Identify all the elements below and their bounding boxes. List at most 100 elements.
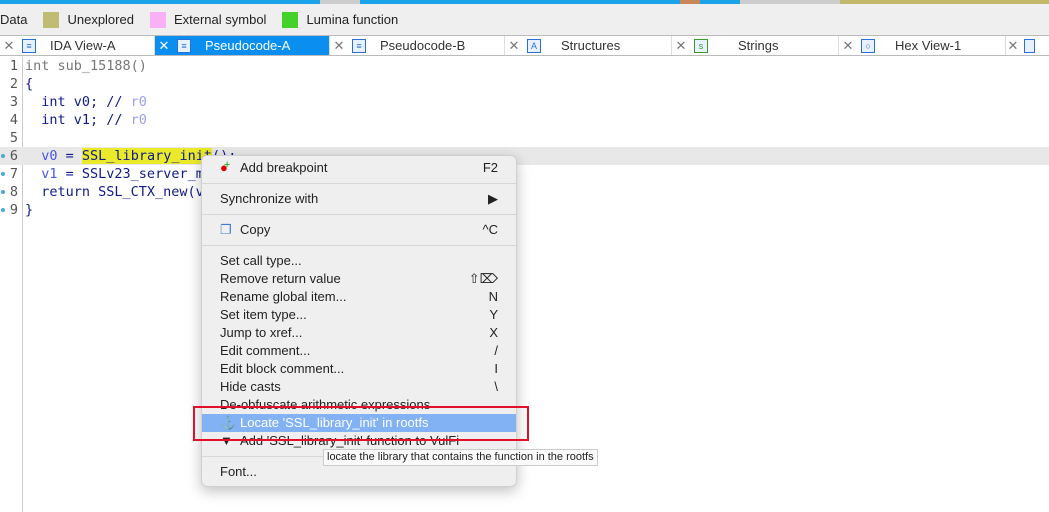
line-number: 4 bbox=[9, 112, 18, 128]
tab-overflow[interactable]: ✕ bbox=[1006, 36, 1049, 55]
menu-label: Remove return value bbox=[220, 271, 341, 286]
tab-label: IDA View-A bbox=[50, 38, 116, 53]
separator bbox=[202, 245, 516, 246]
line-number: 5 bbox=[9, 130, 18, 146]
close-icon[interactable]: ✕ bbox=[155, 38, 173, 54]
menu-label: Set call type... bbox=[220, 253, 302, 268]
code-text: return SSL_CTX_new(v1); bbox=[25, 184, 229, 200]
close-icon[interactable]: ✕ bbox=[672, 38, 690, 54]
tab-strings[interactable]: ✕ s Strings bbox=[672, 36, 839, 55]
separator bbox=[202, 214, 516, 215]
tooltip: locate the library that contains the fun… bbox=[323, 449, 598, 466]
strings-icon: s bbox=[694, 38, 708, 53]
close-icon[interactable]: ✕ bbox=[505, 38, 523, 54]
code-line[interactable]: 5 bbox=[0, 129, 1049, 147]
menu-item-add-breakpoint[interactable]: ●+ Add breakpoint F2 bbox=[202, 159, 516, 177]
shortcut: \ bbox=[494, 379, 498, 394]
tab-hex-view-1[interactable]: ✕ ○ Hex View-1 bbox=[839, 36, 1006, 55]
menu-label: Edit comment... bbox=[220, 343, 311, 358]
tab-ida-view-a[interactable]: ✕ ≡ IDA View-A bbox=[0, 36, 155, 55]
legend-external: External symbol bbox=[173, 12, 267, 27]
submenu-arrow-icon: ▶ bbox=[488, 191, 498, 206]
shortcut: X bbox=[489, 325, 498, 340]
legend-data: Data bbox=[0, 12, 28, 27]
menu-item-synchronize-with[interactable]: Synchronize with ▶ bbox=[202, 190, 516, 208]
line-number: 7 bbox=[9, 166, 18, 182]
comment-text: r0 bbox=[130, 112, 147, 128]
tab-label: Structures bbox=[561, 38, 621, 53]
disasm-icon: ≡ bbox=[22, 38, 36, 53]
code-text: = bbox=[57, 148, 82, 164]
tab-bar: ✕ ≡ IDA View-A ✕ ≡ Pseudocode-A ✕ ≡ Pseudocode… bbox=[0, 35, 1049, 56]
function-identifier[interactable]: SSL_library_init bbox=[81, 148, 212, 164]
code-line[interactable]: 9} bbox=[0, 201, 1049, 219]
menu-label: Hide casts bbox=[220, 379, 281, 394]
code-line[interactable]: 4 int v1; // r0 bbox=[0, 111, 1049, 129]
tab-pseudocode-b[interactable]: ✕ ≡ Pseudocode-B bbox=[330, 36, 505, 55]
menu-label: Synchronize with bbox=[220, 191, 319, 206]
menu-label: Jump to xref... bbox=[220, 325, 303, 340]
code-line[interactable]: 7 v1 = SSLv23_server_method(); bbox=[0, 165, 1049, 183]
line-number: 3 bbox=[9, 94, 18, 110]
tab-label: Pseudocode-B bbox=[380, 38, 466, 53]
separator bbox=[202, 183, 516, 184]
close-icon[interactable]: ✕ bbox=[330, 38, 348, 54]
legend-swatch-lumina bbox=[282, 11, 299, 28]
code-text: int sub_15188() bbox=[25, 58, 147, 74]
tab-label: Hex View-1 bbox=[895, 38, 962, 53]
comment-text: r0 bbox=[130, 94, 147, 110]
tab-label: Pseudocode-A bbox=[205, 38, 291, 53]
code-text: int v0; // bbox=[25, 94, 131, 110]
line-number: 9 bbox=[9, 202, 18, 218]
variable: v0 bbox=[41, 148, 58, 164]
tab-pseudocode-a[interactable]: ✕ ≡ Pseudocode-A bbox=[155, 36, 330, 55]
menu-label: Add breakpoint bbox=[240, 160, 328, 175]
menu-item-set-call-type[interactable]: Set call type... bbox=[202, 252, 516, 270]
code-line[interactable]: 3 int v0; // r0 bbox=[0, 93, 1049, 111]
line-number: 2 bbox=[9, 76, 18, 92]
pseudocode-icon: ≡ bbox=[177, 38, 191, 53]
menu-label: Copy bbox=[240, 222, 271, 237]
line-number: 8 bbox=[9, 184, 18, 200]
menu-item-edit-comment[interactable]: Edit comment... / bbox=[202, 342, 516, 360]
pseudocode-view[interactable]: 1 int sub_15188() 2{ 3 int v0; // r0 4 in… bbox=[0, 57, 1049, 512]
highlight-annotation-box bbox=[193, 406, 529, 441]
tab-label: Strings bbox=[738, 38, 779, 53]
legend-bar: Data Unexplored External symbol Lumina f… bbox=[0, 4, 1049, 35]
hex-icon: ○ bbox=[861, 38, 875, 53]
code-text: { bbox=[25, 76, 34, 92]
menu-item-rename-global[interactable]: Rename global item... N bbox=[202, 288, 516, 306]
shortcut: N bbox=[488, 289, 498, 304]
close-icon[interactable]: ✕ bbox=[1006, 38, 1020, 54]
code-text: } bbox=[25, 202, 34, 218]
tab-structures[interactable]: ✕ A Structures bbox=[505, 36, 672, 55]
legend-unexplored: Unexplored bbox=[67, 12, 134, 27]
menu-label: Set item type... bbox=[220, 307, 307, 322]
code-text: int v1; // bbox=[25, 112, 131, 128]
line-number: 1 bbox=[9, 58, 18, 74]
code-line[interactable]: 2{ bbox=[0, 75, 1049, 93]
breakpoint-icon: ●+ bbox=[220, 159, 231, 175]
code-line-current[interactable]: 6 v0 = SSL_library_init(); bbox=[0, 147, 1049, 165]
menu-item-jump-to-xref[interactable]: Jump to xref... X bbox=[202, 324, 516, 342]
copy-icon: ❐ bbox=[220, 222, 232, 237]
menu-item-set-item-type[interactable]: Set item type... Y bbox=[202, 306, 516, 324]
close-icon[interactable]: ✕ bbox=[839, 38, 857, 54]
menu-label: Edit block comment... bbox=[220, 361, 345, 376]
menu-item-remove-return-value[interactable]: Remove return value ⇧⌦ bbox=[202, 270, 516, 288]
legend-swatch-external bbox=[149, 11, 166, 28]
code-line[interactable]: 8 return SSL_CTX_new(v1); bbox=[0, 183, 1049, 201]
legend-swatch-unexplored bbox=[43, 11, 60, 28]
menu-item-edit-block-comment[interactable]: Edit block comment... I bbox=[202, 360, 516, 378]
shortcut: Y bbox=[489, 307, 498, 322]
shortcut: / bbox=[494, 343, 498, 358]
shortcut: ⇧⌦ bbox=[468, 271, 498, 286]
close-icon[interactable]: ✕ bbox=[0, 38, 18, 54]
tab-icon bbox=[1023, 38, 1035, 53]
menu-label: Font... bbox=[220, 464, 257, 479]
pseudocode-icon: ≡ bbox=[352, 38, 366, 53]
menu-item-hide-casts[interactable]: Hide casts \ bbox=[202, 378, 516, 396]
menu-item-copy[interactable]: ❐ Copy ^C bbox=[202, 221, 516, 239]
code-line[interactable]: 1 int sub_15188() bbox=[0, 57, 1049, 75]
variable: v1 bbox=[41, 166, 58, 182]
